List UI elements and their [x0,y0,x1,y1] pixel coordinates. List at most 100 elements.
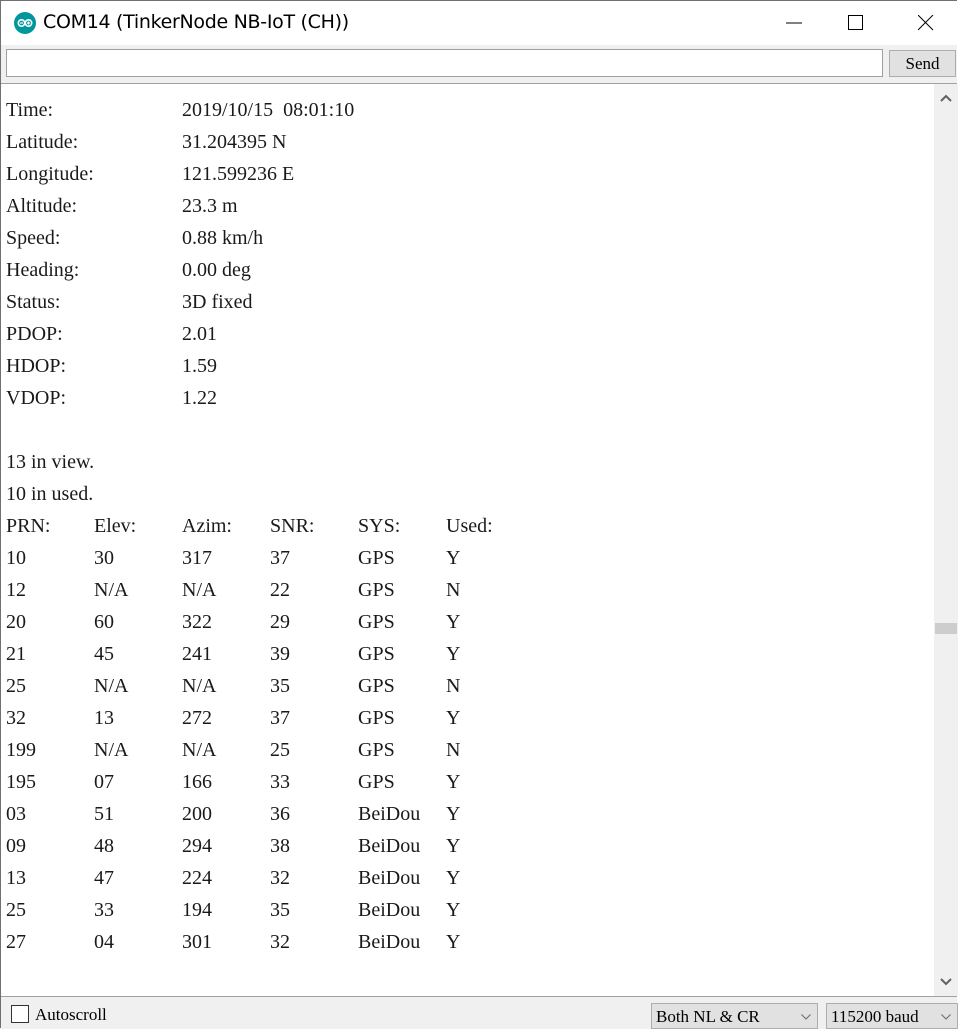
cell-azim: 224 [182,867,212,889]
cell-elev: N/A [94,739,129,761]
cell-azim: 194 [182,899,212,921]
cell-elev: 51 [94,803,114,825]
close-icon [918,15,934,31]
field-label: HDOP: [6,355,67,377]
cell-used: Y [446,771,461,793]
cell-used: Y [446,835,461,857]
cell-used: N [446,675,461,697]
send-button[interactable]: Send [889,50,956,77]
cell-snr: 37 [270,547,290,569]
cell-sys: BeiDou [358,899,421,921]
cell-snr: 33 [270,771,290,793]
baud-rate-value: 115200 baud [831,1007,919,1026]
field-value: 0.88 km/h [182,227,264,249]
send-input[interactable] [6,49,883,77]
cell-snr: 39 [270,643,290,665]
scroll-down-button[interactable] [934,970,958,994]
cell-snr: 29 [270,611,290,633]
cell-snr: 32 [270,867,290,889]
cell-used: Y [446,931,461,953]
minimize-icon [786,22,802,24]
cell-prn: 12 [6,579,26,601]
vertical-scrollbar[interactable] [934,84,958,996]
field-label: Altitude: [6,195,78,217]
cell-snr: 32 [270,931,290,953]
cell-sys: GPS [358,579,395,601]
header-used: Used: [446,515,493,537]
cell-prn: 03 [6,803,26,825]
field-label: Heading: [6,259,80,281]
cell-snr: 22 [270,579,290,601]
line-ending-value: Both NL & CR [656,1007,760,1026]
cell-azim: 317 [182,547,212,569]
cell-elev: 33 [94,899,114,921]
cell-elev: N/A [94,579,129,601]
cell-used: Y [446,707,461,729]
cell-elev: 47 [94,867,114,889]
cell-prn: 27 [6,931,26,953]
minimize-button[interactable] [771,1,817,45]
cell-sys: GPS [358,547,395,569]
field-value: 2.01 [182,323,217,345]
cell-sys: GPS [358,739,395,761]
cell-used: Y [446,643,461,665]
serial-output[interactable]: Time: 2019/10/15 08:01:10 Latitude: 31.2043… [1,84,934,996]
cell-snr: 25 [270,739,290,761]
cell-sys: BeiDou [358,867,421,889]
cell-snr: 38 [270,835,290,857]
line-ending-select[interactable]: Both NL & CR [651,1003,818,1029]
cell-sys: BeiDou [358,803,421,825]
in-used-text: 10 in used. [6,483,94,505]
cell-azim: 200 [182,803,212,825]
autoscroll-checkbox[interactable] [11,1005,29,1023]
cell-azim: 294 [182,835,212,857]
send-row: Send [1,45,957,83]
cell-azim: N/A [182,675,217,697]
in-view-text: 13 in view. [6,451,95,473]
cell-prn: 21 [6,643,26,665]
cell-used: Y [446,867,461,889]
cell-used: Y [446,547,461,569]
cell-prn: 13 [6,867,26,889]
cell-sys: BeiDou [358,835,421,857]
field-label: VDOP: [6,387,67,409]
field-label: Time: [6,99,54,121]
cell-elev: 45 [94,643,114,665]
scroll-up-button[interactable] [934,86,958,110]
cell-azim: 272 [182,707,212,729]
cell-prn: 09 [6,835,26,857]
cell-snr: 35 [270,675,290,697]
cell-elev: 30 [94,547,114,569]
header-prn: PRN: [6,515,51,537]
field-value: 3D fixed [182,291,253,313]
maximize-button[interactable] [833,1,879,45]
cell-sys: GPS [358,611,395,633]
title-bar[interactable]: COM14 (TinkerNode NB-IoT (CH)) [1,1,957,45]
cell-used: N [446,579,461,601]
window-title: COM14 (TinkerNode NB-IoT (CH)) [43,11,349,33]
field-value: 1.59 [182,355,217,377]
field-label: Longitude: [6,163,94,185]
baud-rate-select[interactable]: 115200 baud [826,1003,958,1029]
autoscroll-label[interactable]: Autoscroll [35,1005,107,1025]
field-value: 2019/10/15 08:01:10 [182,99,355,121]
cell-used: Y [446,899,461,921]
field-label: PDOP: [6,323,63,345]
cell-prn: 20 [6,611,26,633]
field-label: Speed: [6,227,61,249]
header-snr: SNR: [270,515,315,537]
cell-azim: 241 [182,643,212,665]
close-button[interactable] [903,1,949,45]
cell-elev: 60 [94,611,114,633]
maximize-icon [848,15,863,30]
field-label: Status: [6,291,61,313]
cell-elev: N/A [94,675,129,697]
field-value: 31.204395 N [182,131,287,153]
cell-sys: BeiDou [358,931,421,953]
header-elev: Elev: [94,515,137,537]
cell-azim: N/A [182,579,217,601]
scrollbar-thumb[interactable] [935,623,957,634]
chevron-down-icon [941,1014,951,1020]
cell-prn: 199 [6,739,36,761]
field-value: 121.599236 E [182,163,295,185]
